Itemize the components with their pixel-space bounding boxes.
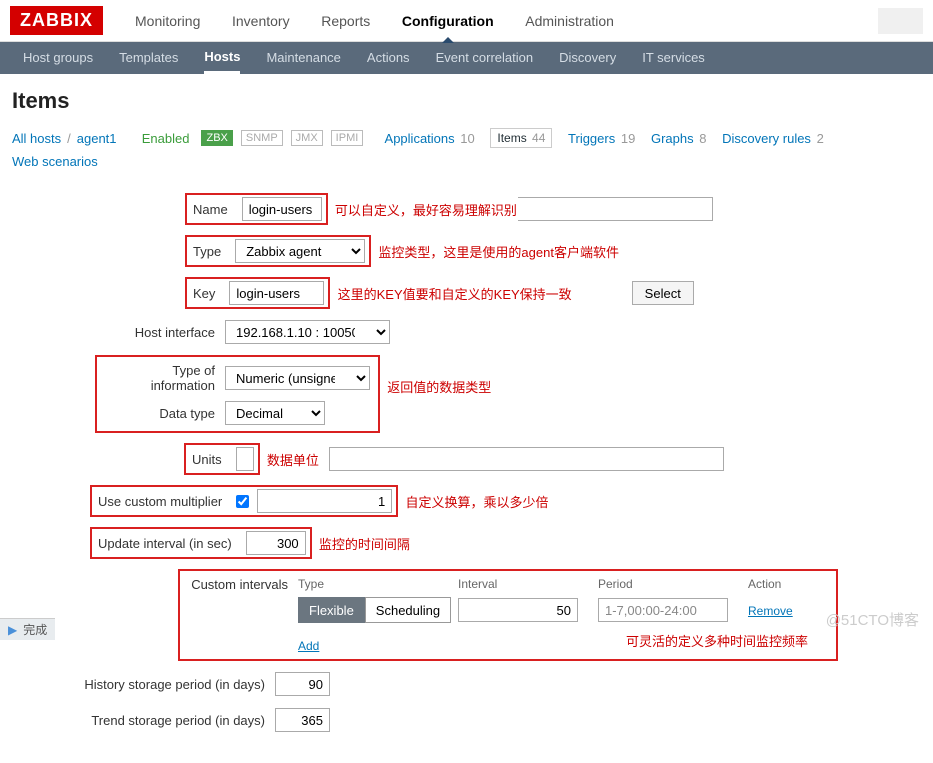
label-customintervals: Custom intervals [188, 577, 298, 653]
search-box[interactable] [878, 8, 923, 34]
subnav-discovery[interactable]: Discovery [559, 42, 616, 74]
label-toi: Type of information [105, 363, 225, 393]
subnav-hosts[interactable]: Hosts [204, 42, 240, 74]
subnav-actions[interactable]: Actions [367, 42, 410, 74]
status-bar: ▶ 完成 [0, 618, 55, 640]
anno-toi: 返回值的数据类型 [387, 377, 491, 396]
select-toi[interactable]: Numeric (unsigned) [225, 366, 370, 390]
label-multiplier: Use custom multiplier [96, 494, 228, 509]
anno-type: 监控类型，这里是使用的agent客户端软件 [378, 242, 619, 261]
link-webscenarios[interactable]: Web scenarios [12, 154, 98, 169]
select-datatype[interactable]: Decimal [225, 401, 325, 425]
separator: / [67, 131, 71, 146]
label-trend: Trend storage period (in days) [20, 713, 275, 728]
input-name[interactable] [242, 197, 322, 221]
link-allhosts[interactable]: All hosts [12, 131, 61, 146]
nav-administration[interactable]: Administration [525, 0, 614, 42]
status-enabled: Enabled [142, 131, 190, 146]
anno-multiplier: 自定义换算，乘以多少倍 [406, 492, 549, 511]
anno-customintervals: 可灵活的定义多种时间监控频率 [626, 631, 808, 653]
badge-ipmi: IPMI [331, 130, 364, 146]
label-datatype: Data type [105, 406, 225, 421]
play-icon: ▶ [8, 623, 17, 637]
link-add[interactable]: Add [298, 639, 319, 653]
subnav-itservices[interactable]: IT services [642, 42, 705, 74]
input-units[interactable] [236, 447, 254, 471]
subnav-eventcorr[interactable]: Event correlation [436, 42, 534, 74]
link-applications[interactable]: Applications 10 [385, 131, 475, 146]
input-key[interactable] [229, 281, 324, 305]
checkbox-multiplier[interactable] [236, 495, 249, 508]
input-name-ext[interactable] [518, 197, 713, 221]
label-key: Key [191, 286, 221, 301]
anno-name: 可以自定义，最好容易理解识别 [335, 200, 517, 219]
btn-scheduling[interactable]: Scheduling [365, 597, 451, 623]
link-graphs[interactable]: Graphs 8 [651, 131, 707, 146]
subnav-templates[interactable]: Templates [119, 42, 178, 74]
input-units-ext[interactable] [329, 447, 724, 471]
select-type[interactable]: Zabbix agent [235, 239, 365, 263]
host-bar: All hosts / agent1 Enabled ZBX SNMP JMX IPM… [0, 124, 933, 179]
subnav-hostgroups[interactable]: Host groups [23, 42, 93, 74]
nav-configuration[interactable]: Configuration [402, 0, 494, 42]
col-action: Action [748, 577, 828, 591]
input-updateinterval[interactable] [246, 531, 306, 555]
anno-key: 这里的KEY值要和自定义的KEY保持一致 [338, 284, 572, 303]
col-type: Type [298, 577, 458, 591]
custom-intervals-box: Custom intervals Type Interval Period Ac… [178, 569, 838, 661]
item-form: Name 可以自定义，最好容易理解识别 Type Zabbix agent 监控… [0, 179, 933, 763]
link-triggers[interactable]: Triggers 19 [568, 131, 635, 146]
brand-logo: ZABBIX [10, 6, 103, 35]
label-hostif: Host interface [20, 325, 225, 340]
subnav-maintenance[interactable]: Maintenance [266, 42, 340, 74]
nav-inventory[interactable]: Inventory [232, 0, 290, 42]
btn-flexible[interactable]: Flexible [298, 597, 365, 623]
watermark: @51CTO博客 [826, 609, 919, 630]
label-name: Name [191, 202, 234, 217]
badge-jmx: JMX [291, 130, 323, 146]
anno-updateinterval: 监控的时间间隔 [319, 534, 410, 553]
col-interval: Interval [458, 577, 598, 591]
tab-items-active[interactable]: Items 44 [490, 128, 552, 148]
label-updateinterval: Update interval (in sec) [96, 536, 238, 551]
select-hostif[interactable]: 192.168.1.10 : 10050 [225, 320, 390, 344]
page-title: Items [0, 74, 933, 124]
sub-nav: Host groups Templates Hosts Maintenance … [0, 42, 933, 74]
input-history[interactable] [275, 672, 330, 696]
nav-monitoring[interactable]: Monitoring [135, 0, 200, 42]
badge-snmp: SNMP [241, 130, 283, 146]
input-ci-interval[interactable] [458, 598, 578, 622]
col-period: Period [598, 577, 748, 591]
link-discoveryrules[interactable]: Discovery rules 2 [722, 131, 824, 146]
top-nav: Monitoring Inventory Reports Configurati… [121, 0, 628, 42]
nav-reports[interactable]: Reports [321, 0, 370, 42]
input-ci-period[interactable] [598, 598, 728, 622]
input-multiplier[interactable] [257, 489, 392, 513]
label-type: Type [191, 244, 227, 259]
link-host[interactable]: agent1 [77, 131, 117, 146]
badge-zbx: ZBX [201, 130, 232, 146]
link-remove[interactable]: Remove [748, 604, 793, 618]
input-trend[interactable] [275, 708, 330, 732]
label-units: Units [190, 452, 228, 467]
select-key-button[interactable]: Select [632, 281, 694, 305]
label-history: History storage period (in days) [20, 677, 275, 692]
anno-units: 数据单位 [267, 450, 319, 469]
